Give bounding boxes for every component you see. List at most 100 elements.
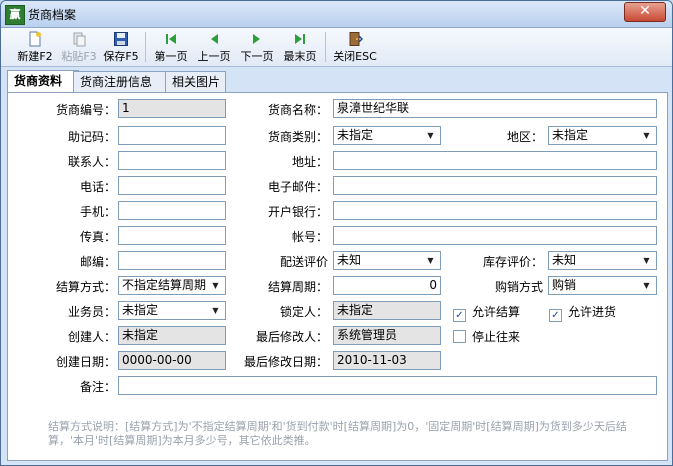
supplier-category-select[interactable]: 未指定 ▼ [333,126,441,145]
supplier-category-value: 未指定 [337,128,374,142]
mnemonic-field[interactable] [118,126,226,145]
modified-date-label: 最后修改日期： [243,355,328,369]
title-bar: 赢 货商档案 ✕ [1,1,672,28]
supplier-name-field[interactable]: 泉漳世纪华联 [333,99,657,118]
chevron-down-icon[interactable]: ▼ [207,303,224,318]
last-page-icon [295,34,305,44]
purchase-method-select[interactable]: 购销 ▼ [548,276,657,295]
creator-field: 未指定 [118,326,226,345]
first-page-label: 第一页 [154,50,188,63]
allow-settle-checkbox[interactable]: ✓ 允许结算 [453,303,520,322]
region-label: 地区： [506,130,543,144]
checkbox-empty-icon [453,330,466,343]
bank-label: 开户银行： [267,205,328,219]
account-label: 帐号： [291,230,328,244]
tab-registration-info[interactable]: 货商注册信息 [73,71,167,92]
window-close-button[interactable]: ✕ [624,2,666,22]
stock-rating-select[interactable]: 未知 ▼ [548,251,657,270]
save-button[interactable]: 保存F5 [101,30,141,64]
locker-field: 未指定 [333,301,441,320]
app-icon: 赢 [5,5,25,25]
settlement-note: 结算方式说明：[结算方式]为'不指定结算周期'和'货到付款'时[结算周期]为0，… [48,420,627,447]
fax-field[interactable] [118,226,226,245]
next-page-button[interactable]: 下一页 [237,30,277,64]
modifier-label: 最后修改人： [255,330,328,344]
stock-rating-label: 库存评价： [482,255,543,269]
modified-date-field: 2010-11-03 [333,351,441,370]
chevron-down-icon[interactable]: ▼ [638,253,655,268]
chevron-down-icon[interactable]: ▼ [638,278,655,293]
region-select[interactable]: 未指定 ▼ [548,126,657,145]
created-date-field: 0000-00-00 [118,351,226,370]
allow-purchase-label: 允许进货 [568,305,617,319]
allow-settle-label: 允许结算 [472,305,521,319]
modifier-field: 系统管理员 [333,326,441,345]
delivery-rating-label: 配送评价 [279,255,328,269]
settle-period-field[interactable]: 0 [333,276,441,295]
first-page-icon [166,34,176,44]
email-field[interactable] [333,176,657,195]
settle-period-label: 结算周期： [267,280,328,294]
bank-field[interactable] [333,201,657,220]
created-date-label: 创建日期： [55,355,116,369]
tab-related-images[interactable]: 相关图片 [165,71,226,92]
mobile-field[interactable] [118,201,226,220]
next-page-icon [253,34,260,44]
checkbox-check-icon: ✓ [549,309,562,322]
chevron-down-icon[interactable]: ▼ [422,128,439,143]
supplier-name-label: 货商名称： [267,103,328,117]
chevron-down-icon[interactable]: ▼ [207,278,224,293]
purchase-method-value: 购销 [552,278,577,292]
supplier-code-field: 1 [118,99,226,118]
contact-field[interactable] [118,151,226,170]
new-button[interactable]: 新建F2 [13,30,57,64]
paste-button[interactable]: 粘贴F3 [57,30,101,64]
first-page-button[interactable]: 第一页 [151,30,191,64]
close-button[interactable]: 关闭ESC [331,30,379,64]
mnemonic-label: 助记码： [67,130,116,144]
next-page-label: 下一页 [240,50,274,63]
new-button-label: 新建F2 [17,50,53,63]
delivery-rating-select[interactable]: 未知 ▼ [333,251,441,270]
contact-label: 联系人： [67,155,116,169]
form-panel: 货商编号： 1 货商名称： 泉漳世纪华联 助记码： 货商类别： 未指定 ▼ 地区… [7,92,668,461]
chevron-down-icon[interactable]: ▼ [638,128,655,143]
address-label: 地址： [291,155,328,169]
prev-page-label: 上一页 [197,50,231,63]
toolbar: 新建F2 粘贴F3 保存F5 第一页 上一页 下一页 最末页 关闭ESC [1,28,672,67]
stop-dealing-checkbox[interactable]: 停止往来 [453,328,520,345]
last-page-button[interactable]: 最末页 [280,30,320,64]
zip-field[interactable] [118,251,226,270]
locker-label: 锁定人： [279,305,328,319]
creator-label: 创建人： [67,330,116,344]
phone-label: 电话： [79,180,116,194]
fax-label: 传真： [79,230,116,244]
purchase-method-label: 购销方式 [494,280,543,294]
settle-method-select[interactable]: 不指定结算周期 ▼ [118,276,226,295]
paste-button-label: 粘贴F3 [61,50,97,63]
close-button-label: 关闭ESC [333,50,377,63]
address-field[interactable] [333,151,657,170]
account-field[interactable] [333,226,657,245]
stock-rating-value: 未知 [552,253,577,267]
supplier-category-label: 货商类别： [267,130,328,144]
salesman-select[interactable]: 未指定 ▼ [118,301,226,320]
zip-label: 邮编： [79,255,116,269]
allow-purchase-checkbox[interactable]: ✓ 允许进货 [549,303,616,322]
delivery-rating-value: 未知 [337,253,362,267]
phone-field[interactable] [118,176,226,195]
salesman-value: 未指定 [122,303,159,317]
salesman-label: 业务员： [67,305,116,319]
supplier-code-label: 货商编号： [55,103,116,117]
paste-icon [73,32,86,47]
new-file-icon [29,31,41,47]
toolbar-separator [325,32,326,62]
exit-door-icon [349,32,363,46]
prev-page-button[interactable]: 上一页 [194,30,234,64]
window-title: 货商档案 [28,8,77,22]
tab-supplier-info[interactable]: 货商资料 [7,70,79,93]
stop-dealing-label: 停止往来 [472,330,521,344]
settle-method-value: 不指定结算周期 [122,278,207,292]
chevron-down-icon[interactable]: ▼ [422,253,439,268]
remark-field[interactable] [118,376,657,395]
